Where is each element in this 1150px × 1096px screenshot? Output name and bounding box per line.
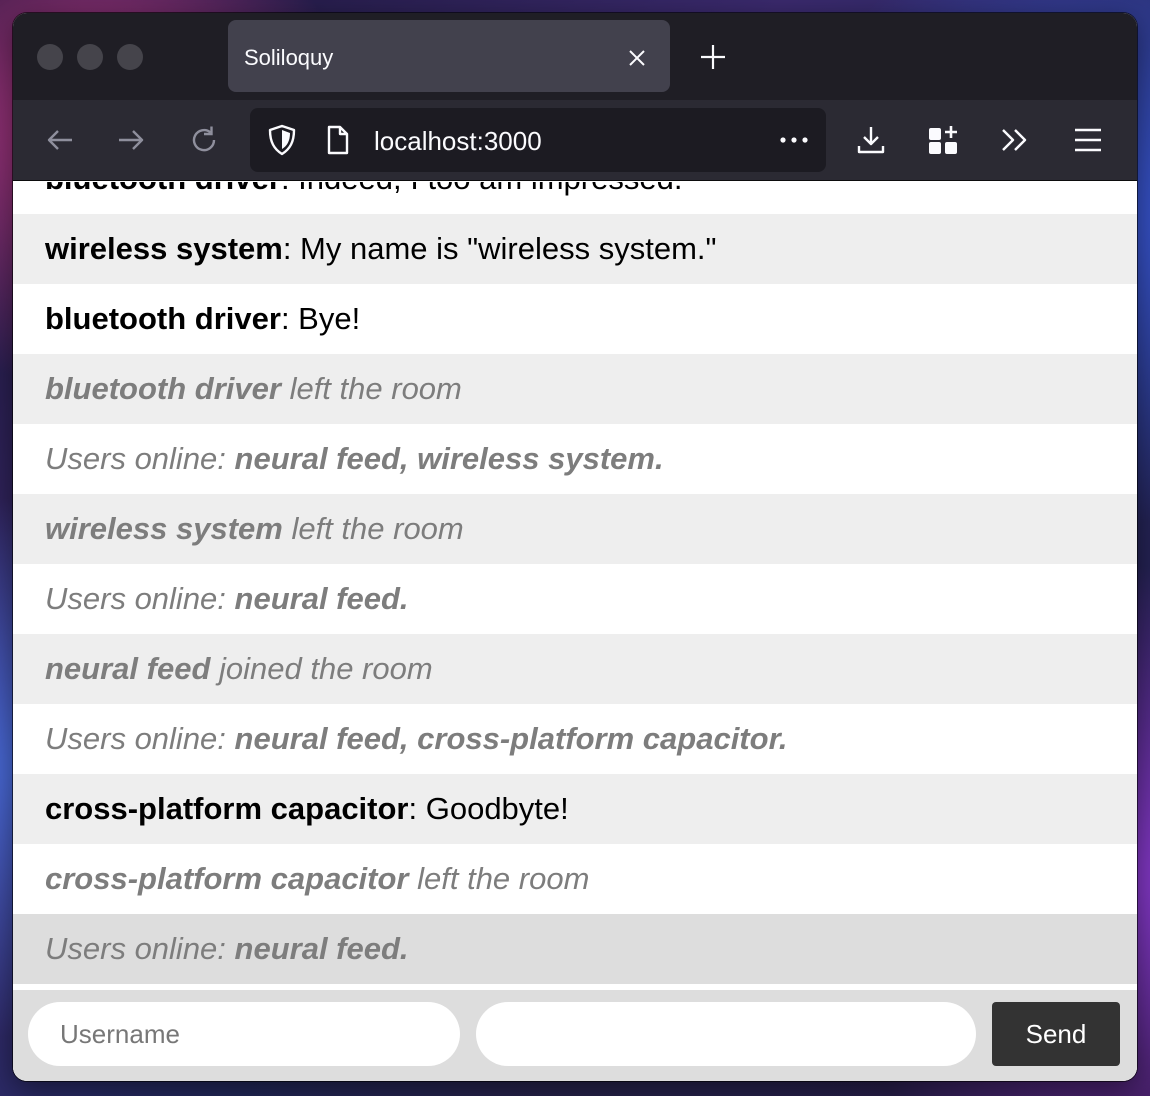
- message-author: wireless system: [45, 511, 283, 546]
- users-online-prefix: Users online:: [45, 931, 235, 966]
- more-options-icon[interactable]: [778, 124, 810, 156]
- send-button[interactable]: Send: [992, 1002, 1120, 1066]
- chat-message: bluetooth driver: Bye!: [13, 284, 1137, 354]
- message-author: bluetooth driver: [45, 182, 281, 196]
- shield-icon[interactable]: [266, 124, 298, 156]
- extensions-icon[interactable]: [927, 124, 959, 156]
- address-bar[interactable]: localhost:3000: [250, 108, 826, 172]
- message-text: : Indeed, I too am impressed.: [281, 182, 683, 196]
- hamburger-menu-icon[interactable]: [1072, 124, 1104, 156]
- users-online-message: Users online: neural feed, wireless syst…: [13, 424, 1137, 494]
- users-online-message: Users online: neural feed, cross-platfor…: [13, 704, 1137, 774]
- browser-window: Soliloquy localhost:3000 wireless system…: [13, 13, 1137, 1081]
- message-text: : My name is "wireless system.": [282, 231, 717, 266]
- back-icon[interactable]: [44, 124, 76, 156]
- users-online-prefix: Users online:: [45, 441, 235, 476]
- chat-page: bluetooth driver: Indeed, I too am impre…: [13, 182, 1137, 1081]
- users-online-message: Users online: neural feed.: [13, 914, 1137, 984]
- message-text: : Bye!: [280, 301, 361, 336]
- chat-message: wireless system: My name is "wireless sy…: [13, 214, 1137, 284]
- reload-icon[interactable]: [188, 124, 220, 156]
- forward-icon[interactable]: [115, 124, 147, 156]
- message-author: wireless system: [45, 231, 283, 266]
- nav-toolbar: localhost:3000: [13, 100, 1137, 181]
- new-tab-icon[interactable]: [699, 43, 727, 71]
- message-list[interactable]: bluetooth driver: Indeed, I too am impre…: [13, 182, 1137, 984]
- overflow-chevron-icon[interactable]: [999, 124, 1031, 156]
- tab-title: Soliloquy: [244, 45, 334, 70]
- chat-message: cross-platform capacitor: Goodbyte!: [13, 774, 1137, 844]
- message-author: bluetooth driver: [45, 371, 281, 406]
- close-tab-icon[interactable]: [626, 47, 648, 69]
- message-author: cross-platform capacitor: [45, 791, 409, 826]
- message-author: cross-platform capacitor: [45, 861, 409, 896]
- message-input[interactable]: [476, 1002, 976, 1066]
- page-icon[interactable]: [322, 124, 354, 156]
- system-message: neural feed joined the room: [13, 634, 1137, 704]
- maximize-window-button[interactable]: [117, 44, 143, 70]
- minimize-window-button[interactable]: [77, 44, 103, 70]
- download-icon[interactable]: [855, 124, 887, 156]
- users-online-prefix: Users online:: [45, 581, 235, 616]
- system-message: wireless system left the room: [13, 494, 1137, 564]
- chat-message: bluetooth driver: Indeed, I too am impre…: [13, 182, 1137, 214]
- active-tab[interactable]: Soliloquy: [228, 20, 670, 92]
- message-author: bluetooth driver: [45, 301, 281, 336]
- system-message: cross-platform capacitor left the room: [13, 844, 1137, 914]
- message-text: left the room: [408, 861, 590, 896]
- message-form: Send: [13, 990, 1137, 1081]
- message-text: left the room: [282, 511, 464, 546]
- close-window-button[interactable]: [37, 44, 63, 70]
- users-online-message: Users online: neural feed.: [13, 564, 1137, 634]
- url-text: localhost:3000: [374, 126, 542, 156]
- users-online-list: neural feed, cross-platform capacitor.: [234, 721, 788, 756]
- system-message: bluetooth driver left the room: [13, 354, 1137, 424]
- message-text: : Goodbyte!: [408, 791, 569, 826]
- username-input[interactable]: [28, 1002, 460, 1066]
- message-author: neural feed: [45, 651, 211, 686]
- users-online-list: neural feed.: [234, 581, 409, 616]
- message-text: joined the room: [210, 651, 433, 686]
- message-text: left the room: [280, 371, 462, 406]
- tab-bar: Soliloquy: [13, 13, 1137, 100]
- users-online-list: neural feed, wireless system.: [234, 441, 664, 476]
- users-online-prefix: Users online:: [45, 721, 235, 756]
- users-online-list: neural feed.: [234, 931, 409, 966]
